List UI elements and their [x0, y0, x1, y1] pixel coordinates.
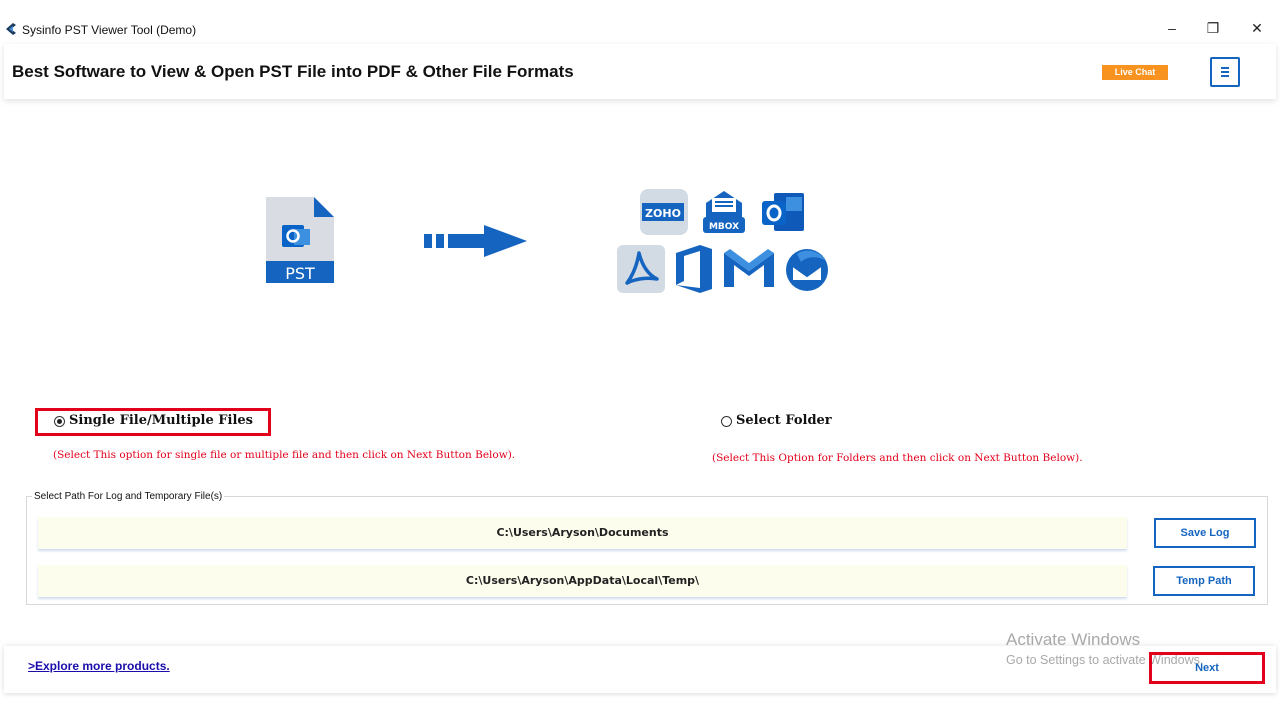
mbox-label: MBOX	[709, 222, 739, 232]
app-header: Best Software to View & Open PST File in…	[4, 44, 1276, 99]
close-button[interactable]: ✕	[1242, 14, 1272, 42]
select-folder-label[interactable]: Select Folder	[736, 413, 832, 428]
app-logo-icon	[6, 23, 16, 35]
page-title: Best Software to View & Open PST File in…	[12, 62, 574, 81]
pdf-icon	[617, 245, 665, 293]
zoho-icon: ZOHO	[640, 189, 688, 235]
single-files-hint: (Select This option for single file or m…	[53, 449, 516, 461]
path-group-legend: Select Path For Log and Temporary File(s…	[32, 491, 225, 502]
window-title: Sysinfo PST Viewer Tool (Demo)	[22, 23, 197, 37]
pst-label: PST	[285, 264, 315, 283]
hamburger-menu-icon[interactable]	[1210, 57, 1240, 87]
office365-icon	[676, 245, 712, 293]
select-folder-hint: (Select This Option for Folders and then…	[712, 452, 1083, 464]
pst-file-icon: PST	[266, 197, 334, 283]
title-bar	[0, 0, 1280, 44]
maximize-button[interactable]: ❐	[1198, 14, 1228, 42]
select-folder-radio[interactable]	[721, 416, 732, 427]
mbox-icon: MBOX	[703, 191, 745, 233]
single-files-label[interactable]: Single File/Multiple Files	[69, 413, 253, 428]
gmail-icon	[724, 249, 774, 287]
save-log-button[interactable]: Save Log	[1154, 518, 1256, 548]
zoho-label: ZOHO	[645, 207, 681, 220]
highlight-next-button	[1149, 652, 1265, 684]
outlook-icon	[762, 193, 804, 231]
explore-products-link[interactable]: >Explore more products.	[28, 659, 170, 673]
thunderbird-icon	[786, 249, 828, 291]
arrow-right-icon	[424, 225, 527, 257]
temp-path-field[interactable]: C:\Users\Aryson\AppData\Local\Temp\	[38, 565, 1127, 597]
activate-windows-title: Activate Windows	[1006, 630, 1141, 649]
single-files-radio[interactable]	[54, 416, 65, 427]
temp-path-button[interactable]: Temp Path	[1153, 566, 1255, 596]
live-chat-button[interactable]: Live Chat	[1102, 65, 1168, 80]
minimize-button[interactable]: –	[1157, 14, 1187, 42]
log-path-field[interactable]: C:\Users\Aryson\Documents	[38, 517, 1127, 549]
